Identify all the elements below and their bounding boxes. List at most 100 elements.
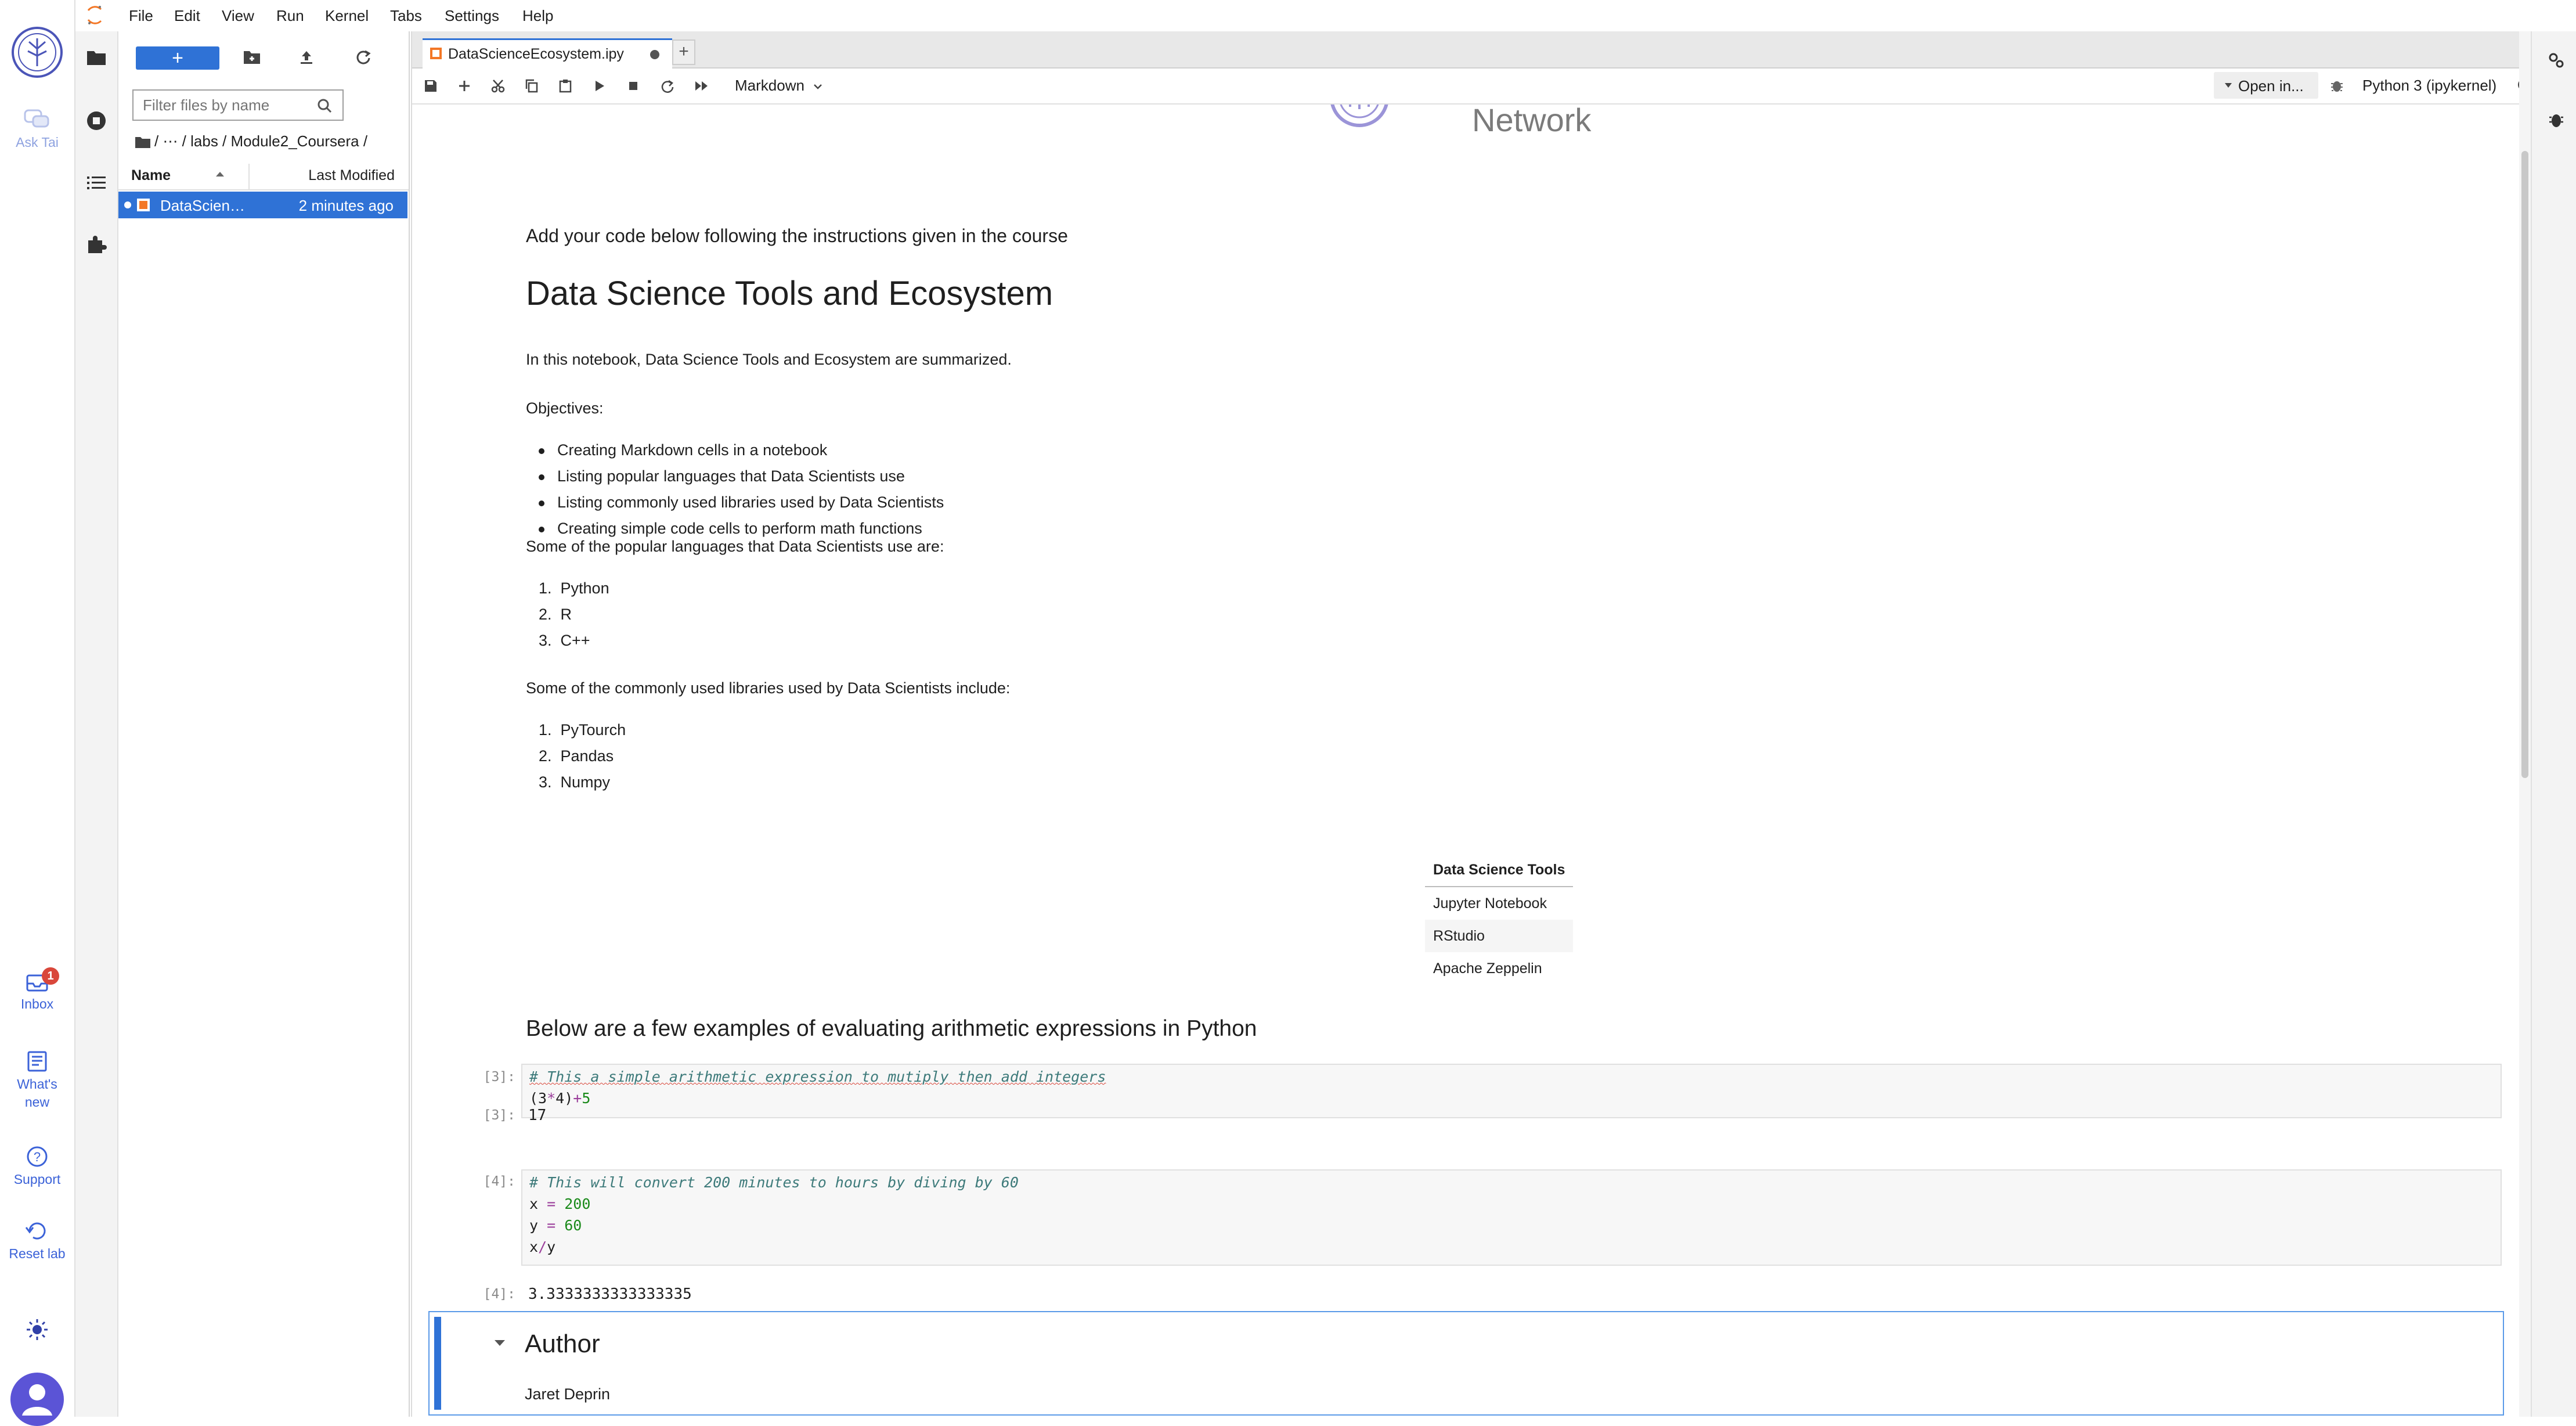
reset-lab-label: Reset lab (9, 1246, 66, 1261)
list-item: 1. Python (539, 579, 609, 597)
cut-icon[interactable] (491, 79, 505, 93)
menu-tabs[interactable]: Tabs (390, 7, 422, 25)
refresh-icon[interactable] (355, 49, 371, 65)
new-launcher-button[interactable]: + (136, 46, 219, 70)
code-comment: # This a simple arithmetic expression to… (529, 1068, 1106, 1085)
notebook-tab-icon (430, 47, 442, 60)
property-inspector-gears-icon[interactable] (2547, 51, 2566, 70)
interrupt-kernel-icon[interactable] (627, 79, 640, 93)
menu-edit[interactable]: Edit (174, 7, 200, 25)
column-modified-header[interactable]: Last Modified (308, 167, 395, 184)
input-prompt: [3]: (483, 1070, 515, 1085)
support-button[interactable]: ? Support (8, 1145, 66, 1189)
file-modified: 2 minutes ago (298, 197, 394, 214)
table-header: Data Science Tools (1425, 854, 1574, 887)
tab-notebook[interactable]: DataScienceEcosystem.ipy (423, 38, 672, 69)
code-comment: # This will convert 200 minutes to hours… (529, 1174, 1019, 1191)
collapse-heading-chevron-icon[interactable] (493, 1339, 506, 1347)
new-folder-icon[interactable] (243, 49, 261, 65)
objectives-heading: Objectives: (526, 399, 604, 417)
debugger-bug-icon[interactable] (2330, 78, 2344, 93)
inbox-badge: 1 (42, 967, 59, 985)
upload-icon[interactable] (298, 49, 315, 65)
languages-list: 1. Python 2. R 3. C++ (539, 579, 609, 658)
theme-toggle-sun-icon[interactable] (24, 1317, 50, 1342)
author-name: Jaret Deprin (525, 1385, 611, 1403)
output-prompt: [4]: (483, 1287, 515, 1302)
libraries-list: 1. PyTourch 2. Pandas 3. Numpy (539, 721, 626, 800)
inbox-label: Inbox (20, 996, 54, 1011)
open-in-button[interactable]: Open in... (2214, 72, 2318, 99)
data-science-tools-table: Data Science Tools Jupyter Notebook RStu… (1425, 854, 1574, 985)
notebook-panel: Network Add your code below following th… (412, 105, 2525, 1417)
code-cell-editor[interactable]: # This a simple arithmetic expression to… (521, 1064, 2502, 1118)
skills-network-banner-logo-icon (1329, 105, 1390, 135)
table-of-contents-icon[interactable] (86, 174, 107, 192)
caret-down-icon (2224, 82, 2232, 88)
cell-output: 17 (528, 1107, 547, 1124)
notebook-title: Data Science Tools and Ecosystem (526, 275, 1054, 312)
left-rail: Ask Tai Inbox 1 What's new ? Support Res… (0, 0, 75, 1426)
file-name: DataScien… (160, 197, 245, 214)
activity-bar (75, 31, 118, 1417)
menu-run[interactable]: Run (276, 7, 304, 25)
tab-bar: DataScienceEcosystem.ipy + (412, 31, 2531, 69)
running-kernels-icon[interactable] (86, 110, 107, 131)
home-folder-icon[interactable] (135, 136, 151, 149)
scrollbar-thumb[interactable] (2521, 151, 2528, 778)
breadcrumb-path[interactable]: / ⋯ / labs / Module2_Coursera / (154, 132, 367, 150)
code-cell-editor[interactable]: # This will convert 200 minutes to hours… (521, 1169, 2502, 1266)
breadcrumb[interactable]: / ⋯ / labs / Module2_Coursera / (135, 132, 367, 150)
ask-tai-button[interactable]: Ask Tai (8, 108, 66, 152)
column-name-header[interactable]: Name (131, 167, 171, 184)
notebook-toolbar: Markdown Open in... Python 3 (ipykernel) (412, 69, 2531, 105)
filter-files-input[interactable] (132, 89, 344, 121)
whats-new-button[interactable]: What's new (8, 1050, 66, 1111)
main-dock-area: DataScienceEcosystem.ipy + Markdown Open… (411, 31, 2531, 1417)
restart-kernel-icon[interactable] (661, 79, 674, 93)
file-browser-folder-icon[interactable] (86, 49, 107, 66)
summary-text: In this notebook, Data Science Tools and… (526, 351, 1012, 368)
file-browser-panel: + / ⋯ / labs / Module2_Coursera / Name L… (118, 31, 410, 1417)
run-cell-icon[interactable] (593, 79, 606, 93)
tab-title: DataScienceEcosystem.ipy (448, 46, 624, 62)
list-item: Creating Markdown cells in a notebook (539, 441, 944, 467)
input-prompt: [4]: (483, 1174, 515, 1189)
list-item: Listing commonly used libraries used by … (539, 494, 944, 520)
libraries-heading: Some of the commonly used libraries used… (526, 679, 1011, 697)
menu-view[interactable]: View (222, 7, 254, 25)
chevron-down-icon (813, 84, 822, 89)
paste-icon[interactable] (558, 79, 572, 93)
menu-kernel[interactable]: Kernel (325, 7, 369, 25)
notebook-scrollbar[interactable] (2519, 31, 2531, 1417)
cell-type-select[interactable]: Markdown (735, 77, 822, 95)
restart-run-all-icon[interactable] (694, 79, 710, 93)
save-icon[interactable] (424, 79, 438, 93)
sort-ascending-icon (215, 171, 225, 178)
author-heading: Author (525, 1330, 600, 1358)
file-list-item[interactable]: DataScien… 2 minutes ago (118, 192, 407, 218)
skills-network-logo-icon[interactable] (10, 26, 64, 79)
insert-cell-icon[interactable] (457, 79, 471, 93)
inbox-button[interactable]: Inbox 1 (8, 967, 66, 1013)
intro-text: Add your code below following the instru… (526, 225, 1068, 246)
new-tab-button[interactable]: + (672, 39, 695, 65)
reset-icon (25, 1222, 46, 1240)
active-markdown-cell[interactable]: Author Jaret Deprin (428, 1311, 2504, 1416)
extensions-puzzle-icon[interactable] (86, 233, 107, 254)
user-avatar[interactable] (10, 1373, 64, 1426)
list-item: 2. R (539, 606, 572, 623)
unsaved-dot-icon[interactable] (650, 50, 659, 59)
menu-file[interactable]: File (129, 7, 153, 25)
menu-settings[interactable]: Settings (445, 7, 499, 25)
reset-lab-button[interactable]: Reset lab (8, 1219, 66, 1263)
list-item: 3. Numpy (539, 773, 611, 791)
copy-icon[interactable] (525, 79, 539, 93)
examples-heading: Below are a few examples of evaluating a… (526, 1016, 1257, 1041)
debugger-sidebar-bug-icon[interactable] (2548, 110, 2564, 129)
output-prompt: [3]: (483, 1108, 515, 1123)
help-circle-icon: ? (27, 1146, 48, 1167)
menu-help[interactable]: Help (522, 7, 553, 25)
kernel-name[interactable]: Python 3 (ipykernel) (2362, 77, 2496, 95)
ask-tai-label: Ask Tai (16, 135, 59, 150)
